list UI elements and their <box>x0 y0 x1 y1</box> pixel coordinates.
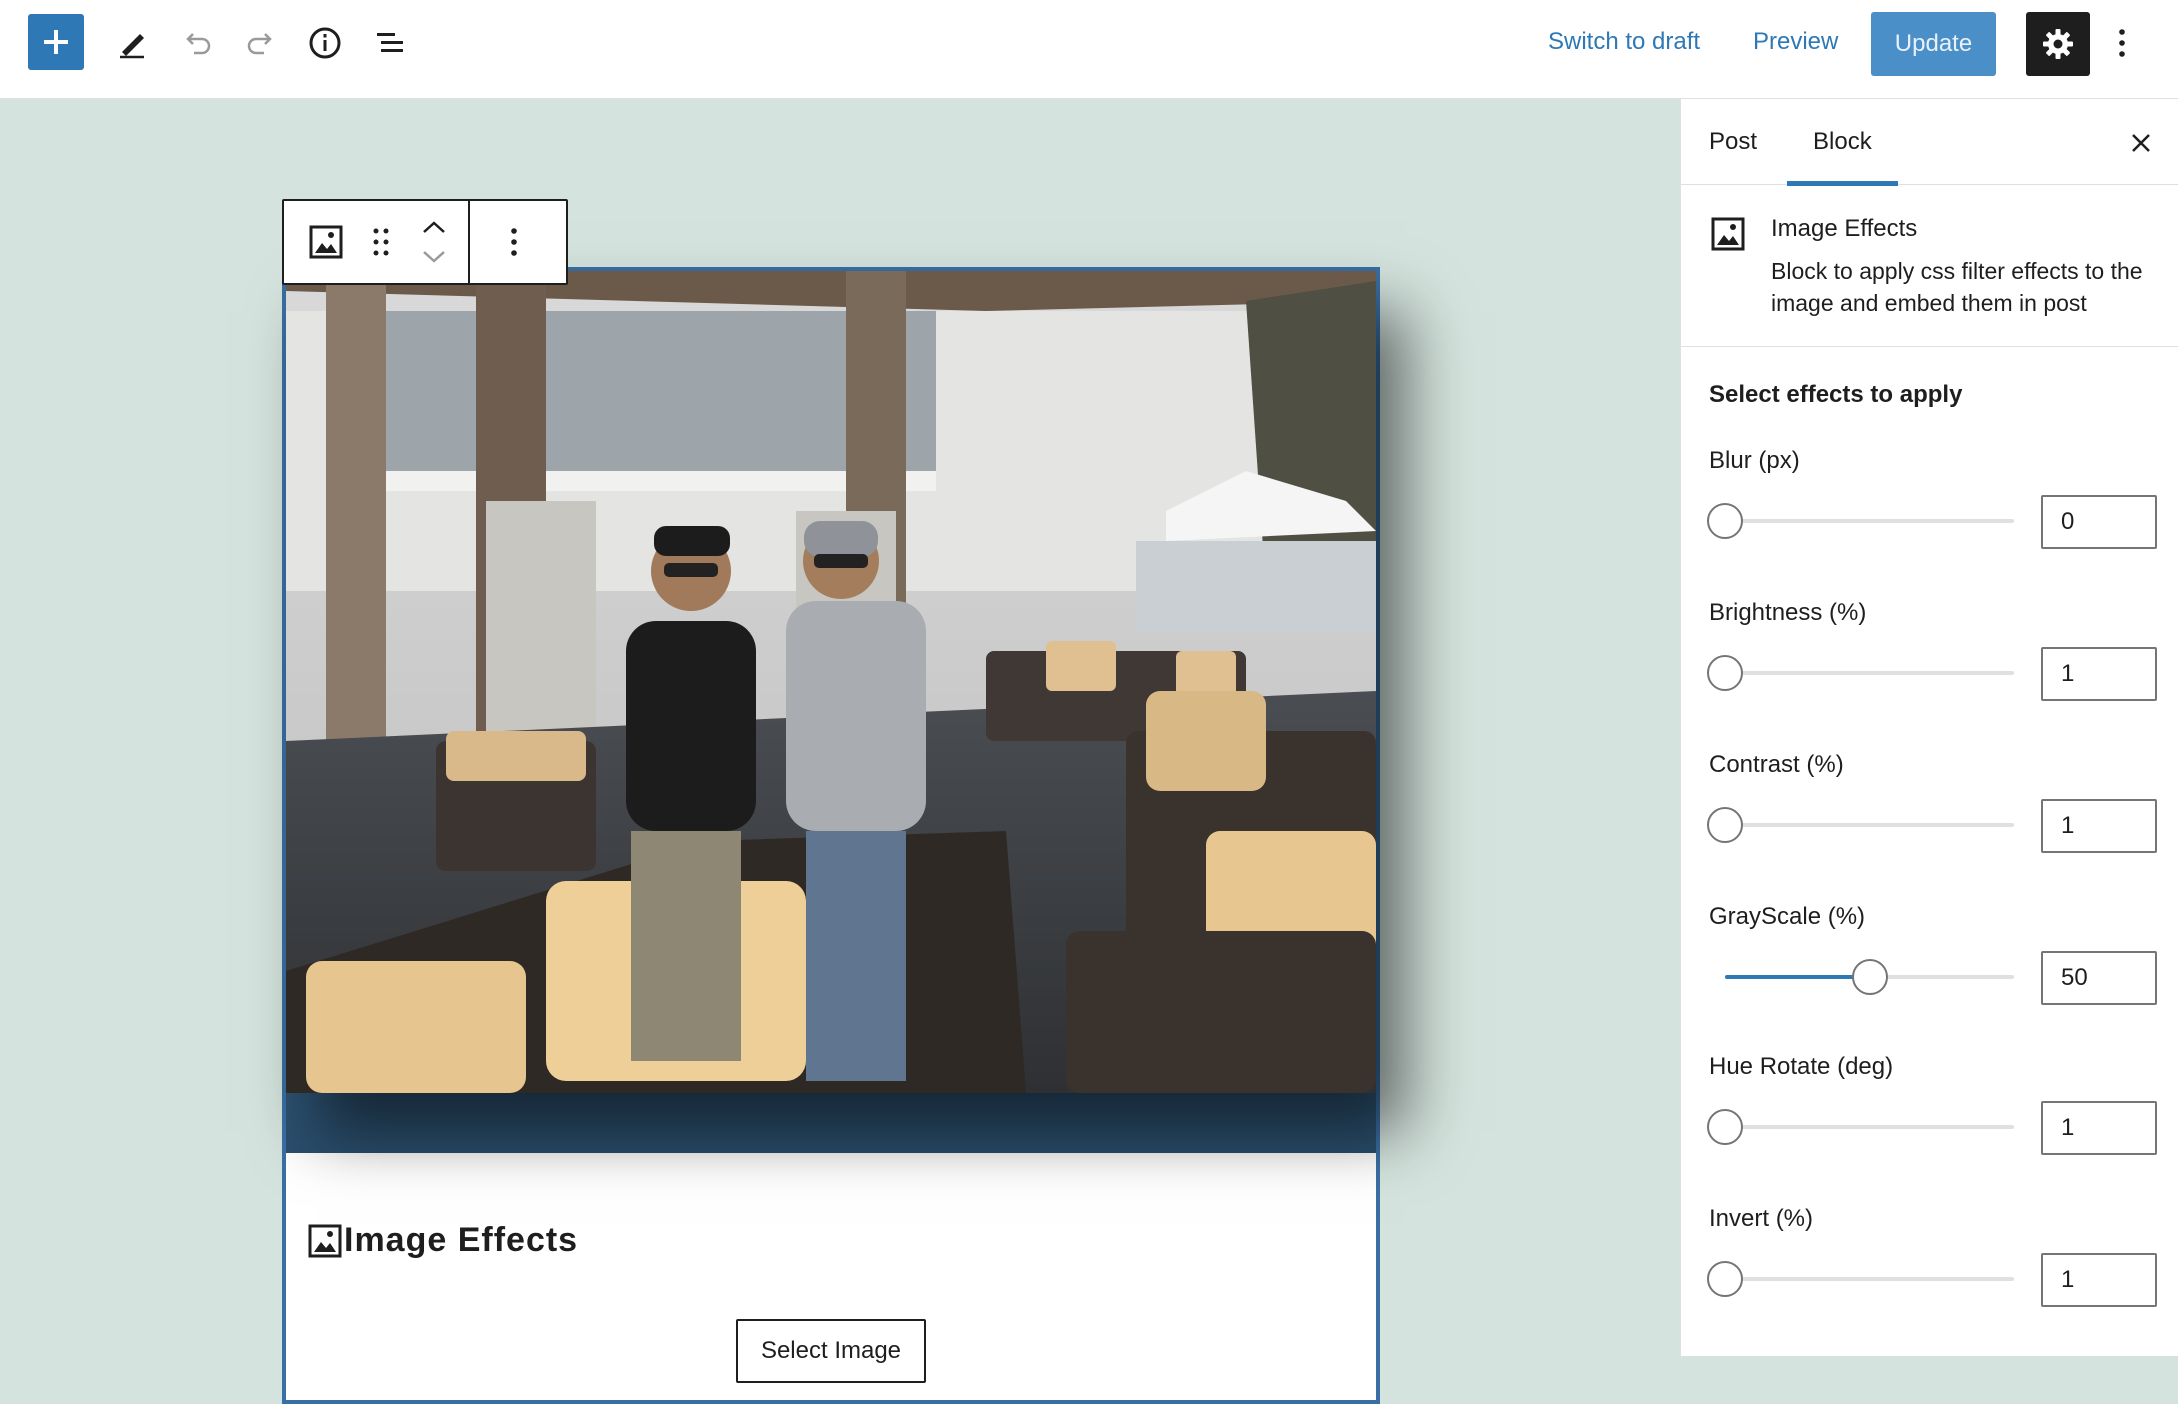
image-icon <box>1711 217 1745 251</box>
slider-thumb[interactable] <box>1707 503 1743 539</box>
slider-thumb[interactable] <box>1707 655 1743 691</box>
sidebar-tabs: Post Block <box>1681 99 2178 186</box>
control-label: Brightness (%) <box>1709 599 1867 626</box>
slider-track <box>1725 1125 2014 1129</box>
control-label: Hue Rotate (deg) <box>1709 1053 1894 1080</box>
blur-slider[interactable] <box>1707 501 2014 541</box>
control-label: GrayScale (%) <box>1709 903 1866 930</box>
block-title: Image Effects <box>308 1221 578 1260</box>
tab-post[interactable]: Post <box>1709 99 1757 185</box>
slider-track <box>1725 823 2014 827</box>
filtered-photo <box>286 271 1376 1093</box>
list-view-button[interactable] <box>368 20 414 66</box>
close-icon <box>2132 134 2150 152</box>
control-brightness: Brightness (%) <box>1707 599 2159 719</box>
close-sidebar-button[interactable] <box>2121 123 2161 163</box>
undo-icon <box>186 33 211 55</box>
slider-thumb[interactable] <box>1707 1261 1743 1297</box>
more-vertical-icon <box>2119 29 2125 57</box>
invert-slider[interactable] <box>1707 1259 2014 1299</box>
tab-block[interactable]: Block <box>1787 99 1898 186</box>
move-down-button[interactable] <box>414 242 454 272</box>
slider-track <box>1725 1277 2014 1281</box>
settings-button[interactable] <box>2026 12 2090 76</box>
move-buttons <box>406 199 462 285</box>
details-button[interactable] <box>302 20 348 66</box>
plus-icon <box>44 30 68 54</box>
slider-fill <box>1725 975 1870 979</box>
redo-button[interactable] <box>238 20 284 66</box>
block-type-button[interactable] <box>296 212 356 272</box>
slider-thumb[interactable] <box>1851 959 1888 995</box>
control-label: Blur (px) <box>1709 447 1800 474</box>
undo-button[interactable] <box>174 20 220 66</box>
image-preview-area <box>286 271 1376 1153</box>
drag-handle-button[interactable] <box>356 212 406 272</box>
blur-number-input[interactable] <box>2041 495 2157 549</box>
control-contrast: Contrast (%) <box>1707 751 2159 871</box>
grayscale-slider[interactable] <box>1709 957 2014 997</box>
block-card-title: Image Effects <box>1771 215 1918 242</box>
slider-track <box>1725 519 2014 523</box>
preview-button[interactable]: Preview <box>1753 28 1838 56</box>
grayscale-number-input[interactable] <box>2041 951 2157 1005</box>
select-image-button[interactable]: Select Image <box>736 1319 926 1383</box>
tab-block-label: Block <box>1813 128 1872 155</box>
hue-rotate-slider[interactable] <box>1707 1107 2014 1147</box>
tools-button[interactable] <box>110 20 156 66</box>
control-label: Invert (%) <box>1709 1205 1814 1232</box>
image-icon <box>308 1224 342 1257</box>
editor-canvas: Image Effects Select Image <box>0 99 1680 1404</box>
image-icon <box>309 225 343 259</box>
control-blur: Blur (px) <box>1707 447 2159 567</box>
editor-top-bar: Switch to draft Preview Update <box>0 0 2178 99</box>
chevron-up-icon <box>423 221 445 233</box>
block-card: Image Effects Block to apply css filter … <box>1681 185 2178 347</box>
control-grayscale: GrayScale (%) <box>1709 903 2159 1023</box>
info-icon <box>309 27 341 59</box>
hue-rotate-number-input[interactable] <box>2041 1101 2157 1155</box>
update-button[interactable]: Update <box>1871 12 1996 76</box>
brightness-slider[interactable] <box>1707 653 2014 693</box>
block-toolbar <box>282 199 568 285</box>
contrast-slider[interactable] <box>1707 805 2014 845</box>
switch-to-draft-button[interactable]: Switch to draft <box>1548 28 1700 56</box>
invert-number-input[interactable] <box>2041 1253 2157 1307</box>
control-invert: Invert (%) <box>1707 1205 2159 1325</box>
settings-sidebar: Post Block Image Effects Block to apply … <box>1680 99 2178 1356</box>
redo-icon <box>247 33 272 55</box>
move-up-button[interactable] <box>414 212 454 242</box>
drag-handle-icon <box>373 228 389 256</box>
pencil-icon <box>120 34 144 59</box>
slider-thumb[interactable] <box>1707 1109 1743 1145</box>
slider-track <box>1725 671 2014 675</box>
contrast-number-input[interactable] <box>2041 799 2157 853</box>
list-view-icon <box>377 33 403 52</box>
slider-thumb[interactable] <box>1707 807 1743 843</box>
block-options-button[interactable] <box>470 201 558 283</box>
control-hue-rotate: Hue Rotate (deg) <box>1707 1053 2159 1173</box>
block-inserter-button[interactable] <box>28 14 84 70</box>
panel-heading: Select effects to apply <box>1709 381 1963 408</box>
chevron-down-icon <box>423 251 445 263</box>
block-title-text: Image Effects <box>344 1221 579 1259</box>
brightness-number-input[interactable] <box>2041 647 2157 701</box>
gear-icon <box>2043 29 2073 59</box>
image-effects-block[interactable]: Image Effects Select Image <box>282 267 1380 1404</box>
options-menu-button[interactable] <box>2104 20 2140 66</box>
more-vertical-icon <box>511 228 517 256</box>
block-card-description: Block to apply css filter effects to the… <box>1771 258 2143 316</box>
control-label: Contrast (%) <box>1709 751 1844 778</box>
